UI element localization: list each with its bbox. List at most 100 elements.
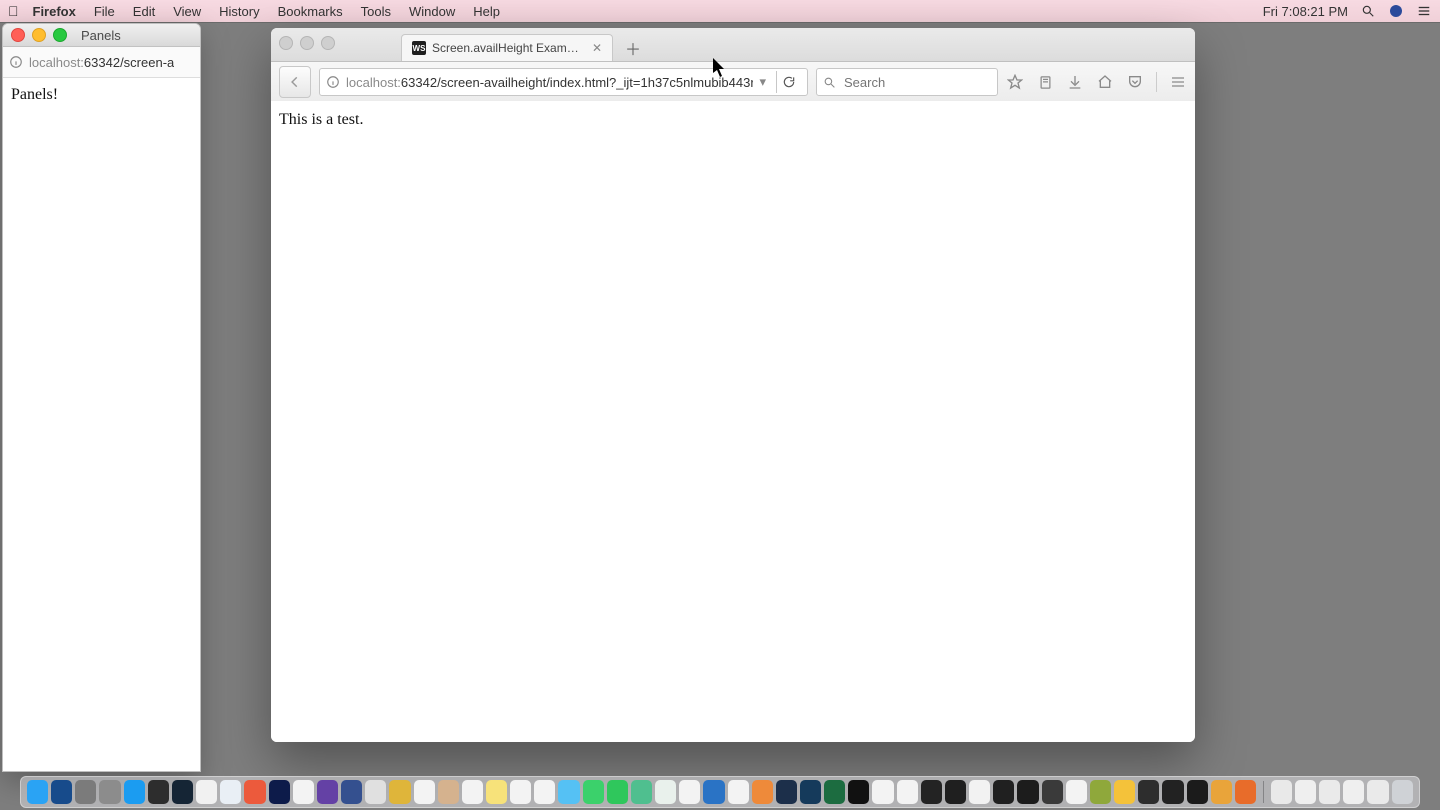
panels-url[interactable]: localhost:63342/screen-a [29, 55, 174, 70]
dock-item-doc2[interactable] [1295, 780, 1316, 804]
menu-file[interactable]: File [94, 4, 115, 19]
dock-app-drive[interactable] [462, 780, 483, 804]
menu-window[interactable]: Window [409, 4, 455, 19]
dock-app-maps[interactable] [655, 780, 676, 804]
dock-app-app14[interactable] [1162, 780, 1183, 804]
siri-menubar-icon[interactable] [1388, 3, 1404, 19]
reload-button[interactable] [776, 71, 801, 93]
dock-app-firefox[interactable] [1235, 780, 1256, 804]
dock-app-siri[interactable] [51, 780, 72, 804]
dock-item-doc3[interactable] [1319, 780, 1340, 804]
search-box[interactable] [816, 68, 998, 96]
dock-app-app3[interactable] [631, 780, 652, 804]
dock-app-app1[interactable] [365, 780, 386, 804]
notification-center-icon[interactable] [1416, 3, 1432, 19]
minimize-button[interactable] [32, 28, 46, 42]
url-dropdown-icon[interactable]: ▾ [759, 74, 766, 90]
spotlight-icon[interactable] [1360, 3, 1376, 19]
dock-app-app15[interactable] [1211, 780, 1232, 804]
dock-app-chrome[interactable] [1066, 780, 1087, 804]
panels-titlebar[interactable]: Panels [3, 24, 200, 47]
dock-app-numbers[interactable] [679, 780, 700, 804]
site-info-icon[interactable] [9, 55, 23, 69]
home-icon[interactable] [1096, 73, 1114, 91]
dock-app-app12[interactable] [1114, 780, 1135, 804]
downloads-icon[interactable] [1066, 73, 1084, 91]
dock-app-webstorm[interactable] [1187, 780, 1208, 804]
dock-app-notes[interactable] [486, 780, 507, 804]
dock-app-app5[interactable] [872, 780, 893, 804]
browser-tab[interactable]: WS Screen.availHeight Example ✕ [401, 34, 613, 61]
dock-app-app9[interactable] [1017, 780, 1038, 804]
dock-app-terminal[interactable] [848, 780, 869, 804]
dock-app-photos[interactable] [534, 780, 555, 804]
tab-close-icon[interactable]: ✕ [592, 41, 602, 55]
site-info-icon[interactable] [326, 75, 340, 89]
dock-app-facetime[interactable] [607, 780, 628, 804]
dock-app-mu[interactable] [148, 780, 169, 804]
dock-app-skype[interactable] [969, 780, 990, 804]
dock-app-app4[interactable] [703, 780, 724, 804]
dock-item-doc1[interactable] [1271, 780, 1292, 804]
dock-app-calendar[interactable] [414, 780, 435, 804]
dock-item-doc4[interactable] [1343, 780, 1364, 804]
bookmark-star-icon[interactable] [1006, 73, 1024, 91]
hamburger-menu-icon[interactable] [1169, 73, 1187, 91]
dock-app-planet[interactable] [269, 780, 290, 804]
pocket-icon[interactable] [1126, 73, 1144, 91]
apple-menu-icon[interactable]:  [8, 3, 19, 19]
menu-edit[interactable]: Edit [133, 4, 155, 19]
menubar-clock[interactable]: Fri 7:08:21 PM [1263, 4, 1348, 19]
menu-tools[interactable]: Tools [361, 4, 391, 19]
search-input[interactable] [842, 74, 991, 91]
dock-app-mail[interactable] [558, 780, 579, 804]
dock-app-safari[interactable] [220, 780, 241, 804]
close-button[interactable] [279, 36, 293, 50]
reading-list-icon[interactable] [1036, 73, 1054, 91]
dock-app-app6[interactable] [897, 780, 918, 804]
dock-app-twitch[interactable] [317, 780, 338, 804]
menu-help[interactable]: Help [473, 4, 500, 19]
minimize-button[interactable] [300, 36, 314, 50]
dock-app-itunes[interactable] [728, 780, 749, 804]
dock-app-steam[interactable] [172, 780, 193, 804]
dock-app-app11[interactable] [1090, 780, 1111, 804]
menu-bookmarks[interactable]: Bookmarks [278, 4, 343, 19]
dock-app-contacts[interactable] [438, 780, 459, 804]
dock-app-bnet[interactable] [800, 780, 821, 804]
dock-app-app7[interactable] [921, 780, 942, 804]
appname-menu[interactable]: Firefox [33, 4, 76, 19]
dock-app-messages[interactable] [583, 780, 604, 804]
menu-view[interactable]: View [173, 4, 201, 19]
dock-app-excel[interactable] [824, 780, 845, 804]
dock-app-app2[interactable] [389, 780, 410, 804]
dock-app-finder[interactable] [27, 780, 48, 804]
dock-app-reminders[interactable] [510, 780, 531, 804]
dock-app-spotify[interactable] [945, 780, 966, 804]
dock-app-discord[interactable] [341, 780, 362, 804]
url-text[interactable]: localhost:63342/screen-availheight/index… [346, 75, 753, 90]
dock-app-colorpicker[interactable] [244, 780, 265, 804]
firefox-window[interactable]: WS Screen.availHeight Example ✕ ＋ localh… [271, 28, 1195, 742]
panels-window[interactable]: Panels localhost:63342/screen-a Panels! [2, 23, 201, 772]
dock-app-bitcoin[interactable] [196, 780, 217, 804]
panels-addressbar[interactable]: localhost:63342/screen-a [3, 47, 200, 78]
dock-item-doc5[interactable] [1367, 780, 1388, 804]
zoom-button[interactable] [53, 28, 67, 42]
dock-app-blizzard[interactable] [776, 780, 797, 804]
zoom-button[interactable] [321, 36, 335, 50]
dock-app-app8[interactable] [993, 780, 1014, 804]
dock-app-launchpad[interactable] [99, 780, 120, 804]
dock-app-ibooks[interactable] [752, 780, 773, 804]
dock-app-clock[interactable] [293, 780, 314, 804]
new-tab-button[interactable]: ＋ [623, 38, 643, 58]
dock-app-app10[interactable] [1042, 780, 1063, 804]
dock-app-appstore[interactable] [124, 780, 145, 804]
dock-app-sysprefs[interactable] [75, 780, 96, 804]
dock-app-app13[interactable] [1138, 780, 1159, 804]
dock-item-trash[interactable] [1392, 780, 1413, 804]
back-button[interactable] [279, 66, 311, 98]
menu-history[interactable]: History [219, 4, 259, 19]
close-button[interactable] [11, 28, 25, 42]
url-bar[interactable]: localhost:63342/screen-availheight/index… [319, 68, 808, 96]
